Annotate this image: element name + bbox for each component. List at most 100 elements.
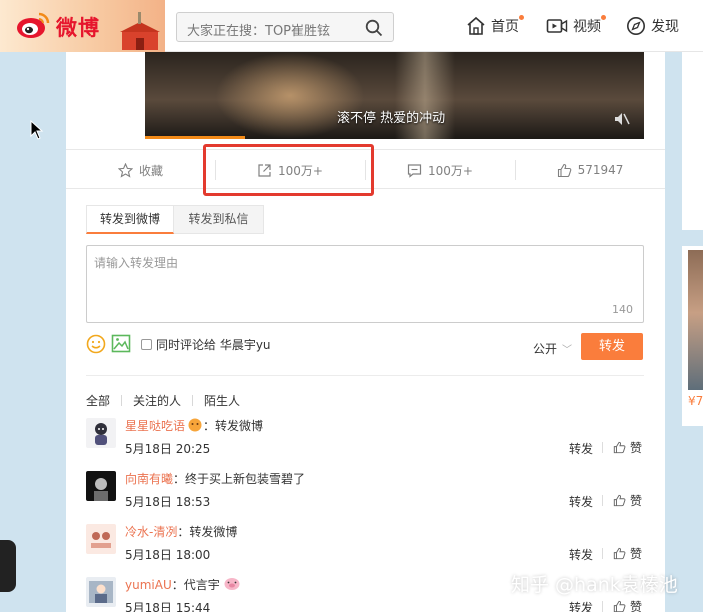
sidebar-card-text: ¥7 — [688, 394, 703, 408]
repost-text: ：代言宇 — [171, 578, 220, 592]
filter-all[interactable]: 全部 — [86, 392, 110, 409]
tab-forward-to-weibo[interactable]: 转发到微博 — [86, 205, 174, 234]
action-divider — [602, 442, 603, 453]
repost-forward-button[interactable]: 转发 — [569, 546, 593, 563]
username-link[interactable]: 星星哒吃语 — [125, 419, 185, 433]
thumbs-up-icon — [613, 547, 626, 560]
nav-video-label: 视频 — [573, 19, 601, 35]
action-divider — [602, 548, 603, 559]
forward-reason-textarea[interactable]: 请输入转发理由 140 — [86, 245, 644, 323]
favorite-label: 收藏 — [138, 163, 163, 178]
username-link[interactable]: 向南有曦 — [125, 472, 173, 486]
thumbs-up-icon — [613, 600, 626, 612]
username-link[interactable]: 冷水-清冽 — [125, 525, 177, 539]
repost-time[interactable]: 5月18日 20:25 — [125, 440, 210, 457]
repost-like-button[interactable]: 赞 — [613, 492, 642, 509]
like-count: 571947 — [577, 163, 624, 177]
repost-like-label: 赞 — [630, 494, 643, 508]
thumbs-up-icon — [613, 441, 626, 454]
image-icon[interactable] — [111, 334, 131, 353]
also-comment-label[interactable]: 同时评论给 华晨宇yu — [156, 336, 271, 353]
visibility-value: 公开 — [533, 342, 558, 356]
repost-time[interactable]: 5月18日 18:00 — [125, 546, 210, 563]
thumbs-up-icon — [557, 163, 571, 177]
comment-button[interactable]: 100万+ — [365, 150, 515, 190]
repost-like-label: 赞 — [630, 600, 643, 612]
repost-time[interactable]: 5月18日 18:53 — [125, 493, 210, 510]
video-progress-bar[interactable] — [145, 136, 245, 139]
avatar-image — [86, 418, 116, 448]
top-nav-bar: 微博 大家正在搜：TOP崔胜铉 首页 视频 发现 — [0, 0, 703, 52]
repost-like-button[interactable]: 赞 — [613, 598, 642, 612]
favorite-button[interactable]: 收藏 — [66, 150, 215, 190]
pig-emoji-icon — [224, 578, 240, 590]
repost-filter: 全部 关注的人 陌生人 — [86, 392, 240, 409]
repost-forward-button[interactable]: 转发 — [569, 599, 593, 612]
brand-name: 微博 — [56, 15, 100, 40]
right-sidebar-card — [682, 52, 703, 230]
right-sidebar-card-image[interactable]: ¥7 — [682, 246, 703, 426]
list-item: 冷水-清冽：转发微博 5月18日 18:00 转发 赞 — [86, 522, 644, 572]
avatar[interactable] — [86, 471, 116, 501]
repost-like-label: 赞 — [630, 441, 643, 455]
video-icon — [546, 19, 568, 33]
repost-like-label: 赞 — [630, 547, 643, 561]
avatar-image — [86, 577, 116, 607]
visibility-select[interactable]: 公开 ﹀ — [533, 340, 572, 357]
tab-forward-to-private[interactable]: 转发到私信 — [174, 205, 264, 234]
repost-text: ：转发微博 — [177, 525, 238, 539]
repost-forward-button[interactable]: 转发 — [569, 440, 593, 457]
like-button[interactable]: 571947 — [515, 150, 665, 190]
search-input[interactable]: 大家正在搜：TOP崔胜铉 — [187, 20, 330, 39]
video-subtitle: 滚不停 热爱的冲动 — [337, 111, 446, 126]
weibo-logo[interactable]: 微博 — [0, 0, 165, 52]
avatar[interactable] — [86, 524, 116, 554]
sidebar-thumbnail[interactable] — [688, 250, 703, 390]
nav-video[interactable]: 视频 — [546, 14, 606, 38]
avatar[interactable] — [86, 418, 116, 448]
star-icon — [117, 162, 133, 178]
repost-content: yumiAU：代言宇 — [125, 576, 241, 593]
action-divider — [602, 495, 603, 506]
search-box[interactable]: 大家正在搜：TOP崔胜铉 — [176, 12, 394, 42]
tiananmen-decoration-icon — [120, 12, 160, 50]
compass-icon — [627, 17, 645, 35]
username-link[interactable]: yumiAU — [125, 578, 172, 592]
home-icon — [467, 16, 485, 35]
emoji-icon[interactable] — [86, 334, 106, 354]
repost-text: ：转发微博 — [203, 419, 264, 433]
mouse-cursor-icon — [30, 120, 44, 140]
nav-discover-label: 发现 — [651, 19, 679, 35]
highlight-annotation-box — [203, 144, 374, 196]
emoji-icon — [188, 418, 202, 432]
repost-like-button[interactable]: 赞 — [613, 545, 642, 562]
filter-strangers[interactable]: 陌生人 — [204, 392, 240, 409]
weibo-eye-logo-icon — [17, 12, 50, 38]
video-player[interactable]: 滚不停 热爱的冲动 — [145, 52, 644, 139]
also-comment-checkbox[interactable] — [141, 339, 152, 350]
list-item: 向南有曦：终于买上新包装雪碧了 5月18日 18:53 转发 赞 — [86, 469, 644, 519]
nav-home[interactable]: 首页 — [466, 14, 524, 38]
repost-content: 向南有曦：终于买上新包装雪碧了 — [125, 470, 305, 487]
filter-divider — [192, 395, 194, 406]
avatar[interactable] — [86, 577, 116, 607]
repost-text: ：终于买上新包装雪碧了 — [173, 472, 306, 486]
filter-following[interactable]: 关注的人 — [133, 392, 181, 409]
repost-forward-button[interactable]: 转发 — [569, 493, 593, 510]
search-icon[interactable] — [365, 19, 383, 37]
avatar-image — [86, 471, 116, 501]
nav-discover[interactable]: 发现 — [626, 14, 679, 38]
filter-divider — [121, 395, 123, 406]
mute-icon[interactable] — [614, 112, 630, 126]
char-counter: 140 — [612, 303, 633, 316]
section-divider — [86, 375, 644, 376]
repost-like-button[interactable]: 赞 — [613, 439, 642, 456]
comment-icon — [407, 163, 422, 178]
floating-widget[interactable] — [0, 540, 16, 592]
comment-count: 100万+ — [428, 163, 473, 178]
submit-forward-button[interactable]: 转发 — [581, 333, 643, 360]
avatar-image — [86, 524, 116, 554]
nav-home-badge — [519, 15, 524, 20]
repost-time[interactable]: 5月18日 15:44 — [125, 599, 210, 612]
nav-home-label: 首页 — [491, 19, 519, 35]
